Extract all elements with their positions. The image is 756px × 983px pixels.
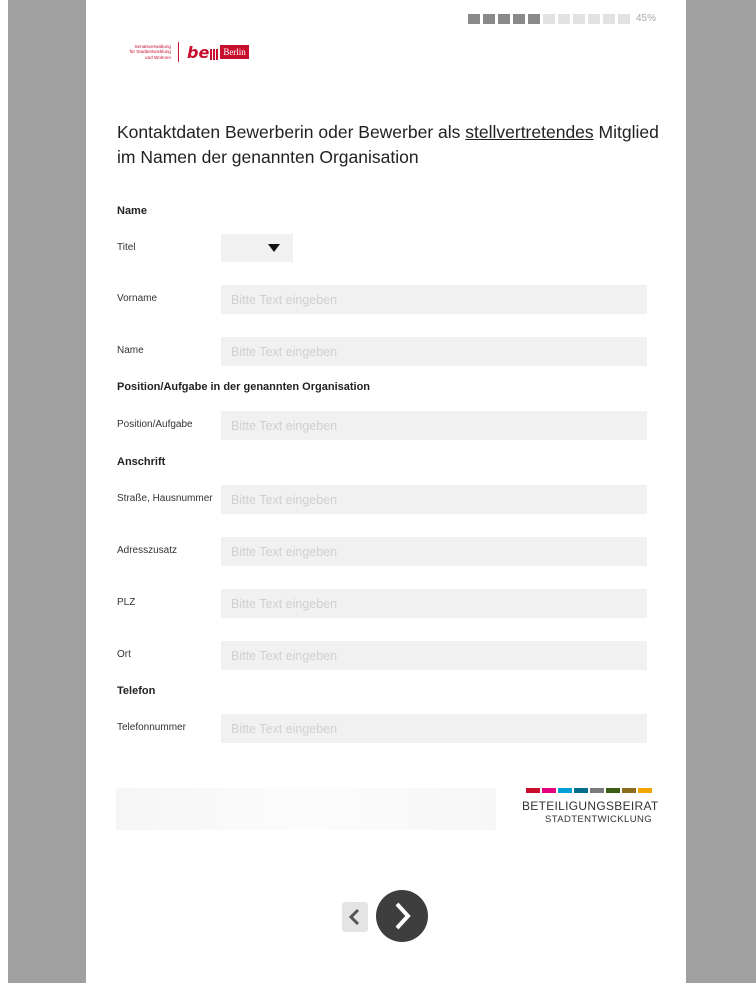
logo-berlin: Berlin <box>220 45 249 59</box>
title-emphasis: stellvertretendes <box>465 122 594 142</box>
chevron-left-icon <box>348 908 360 926</box>
chevron-right-icon <box>395 902 411 930</box>
berlin-senate-logo: Senatsverwaltung für Stadtentwicklung un… <box>119 42 249 62</box>
right-backdrop <box>686 0 756 983</box>
progress-segment <box>587 13 600 24</box>
telefonnummer-input[interactable] <box>221 714 647 743</box>
previous-button[interactable] <box>342 902 368 932</box>
progress-segment <box>542 13 555 24</box>
label-name: Name <box>117 345 144 356</box>
vorname-input[interactable] <box>221 285 647 314</box>
brand-stripe <box>590 788 604 793</box>
progress-segment <box>497 13 510 24</box>
section-name: Name <box>117 205 147 217</box>
label-plz: PLZ <box>117 597 136 608</box>
section-phone: Telefon <box>117 685 156 697</box>
progress-segment <box>527 13 540 24</box>
progress-segment <box>467 13 480 24</box>
position-input[interactable] <box>221 411 647 440</box>
progress-segment <box>617 13 630 24</box>
section-position: Position/Aufgabe in der genannten Organi… <box>117 381 371 393</box>
brand-subtitle: STADTENTWICKLUNG <box>544 814 652 825</box>
brand-stripe <box>542 788 556 793</box>
titel-select[interactable] <box>221 234 293 262</box>
brand-stripe <box>526 788 540 793</box>
brand-stripe <box>638 788 652 793</box>
label-position: Position/Aufgabe <box>117 419 193 430</box>
plz-input[interactable] <box>221 589 647 618</box>
progress-percent: 45% <box>635 13 656 24</box>
label-ort: Ort <box>117 649 131 660</box>
adresszusatz-input[interactable] <box>221 537 647 566</box>
label-titel: Titel <box>117 242 136 253</box>
brand-stripe <box>606 788 620 793</box>
label-adresszusatz: Adresszusatz <box>117 545 178 556</box>
logo-senate-text: Senatsverwaltung für Stadtentwicklung un… <box>129 43 171 60</box>
logo-be: be <box>187 42 210 62</box>
progress-segment <box>557 13 570 24</box>
progress-segment <box>572 13 585 24</box>
brandenburg-gate-icon <box>210 48 220 60</box>
section-address: Anschrift <box>117 456 166 468</box>
next-button[interactable] <box>376 890 428 942</box>
form-page: 45% Senatsverwaltung für Stadtentwicklun… <box>86 0 686 983</box>
ort-input[interactable] <box>221 641 647 670</box>
progress-segment <box>512 13 525 24</box>
page-title: Kontaktdaten Bewerberin oder Bewerber al… <box>117 122 659 167</box>
brand-stripe <box>574 788 588 793</box>
brand-stripe <box>558 788 572 793</box>
progress-indicator: 45% <box>467 13 656 24</box>
brand-name: BETEILIGUNGSBEIRAT <box>522 799 659 813</box>
left-backdrop <box>8 0 86 983</box>
name-input[interactable] <box>221 337 647 366</box>
dropdown-arrow-icon <box>268 244 280 252</box>
progress-segment <box>482 13 495 24</box>
strasse-input[interactable] <box>221 485 647 514</box>
brand-color-stripes <box>522 788 652 793</box>
beteiligungsbeirat-logo: BETEILIGUNGSBEIRAT STADTENTWICKLUNG <box>522 788 659 825</box>
progress-segment <box>602 13 615 24</box>
faded-footer-image <box>116 788 496 830</box>
logo-divider <box>178 42 179 62</box>
label-strasse: Straße, Hausnummer <box>117 493 213 504</box>
brand-stripe <box>622 788 636 793</box>
label-vorname: Vorname <box>117 293 158 304</box>
label-telefonnummer: Telefonnummer <box>117 722 186 733</box>
